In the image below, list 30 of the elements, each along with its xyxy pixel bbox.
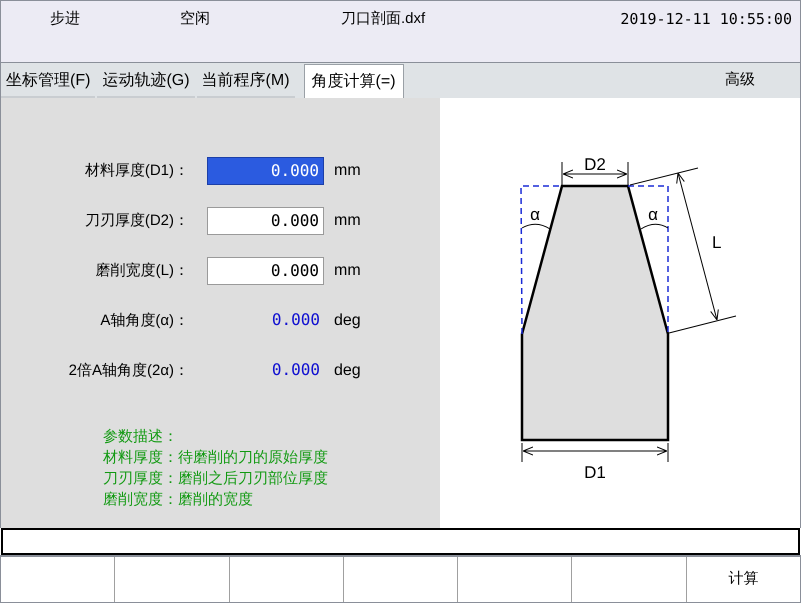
angle-label: α	[530, 205, 540, 224]
state-text: 空闲	[180, 9, 211, 29]
unit-label: deg	[334, 361, 361, 381]
result-value: 0.000	[270, 309, 321, 331]
description-line: 参数描述：	[103, 427, 179, 447]
tab[interactable]: 角度计算(=)	[304, 64, 404, 98]
advanced-label: 高级	[725, 70, 755, 90]
unit-label: mm	[334, 161, 361, 181]
unit-label: mm	[334, 211, 361, 231]
dimension-label: D2	[584, 155, 606, 174]
file-name: 刀口剖面.dxf	[341, 9, 426, 29]
dimension-label: D1	[584, 463, 606, 482]
description-line: 磨削宽度：磨削的宽度	[103, 490, 254, 510]
result-value: 0.000	[270, 359, 321, 381]
field-label: 磨削宽度(L)：	[94, 260, 189, 281]
field-label: 刀刃厚度(D2)：	[84, 210, 189, 231]
field-label: A轴角度(α)：	[99, 310, 189, 331]
input-field[interactable]: 0.000	[207, 207, 324, 235]
input-field[interactable]: 0.000	[207, 257, 324, 285]
mode-text: 步进	[50, 9, 81, 29]
description-line: 刀刃厚度：磨削之后刀刃部位厚度	[103, 469, 329, 489]
dimension-label: L	[712, 233, 722, 252]
description-line: 材料厚度：待磨削的刀的原始厚度	[103, 448, 329, 468]
angle-label: α	[648, 205, 658, 224]
field-label: 2倍A轴角度(2α)：	[68, 360, 189, 381]
unit-label: mm	[334, 261, 361, 281]
input-field[interactable]: 0.000	[207, 157, 324, 185]
field-label: 材料厚度(D1)：	[84, 160, 189, 181]
unit-label: deg	[334, 311, 361, 331]
date-time: 2019-12-11 10:55:00	[620, 9, 792, 30]
